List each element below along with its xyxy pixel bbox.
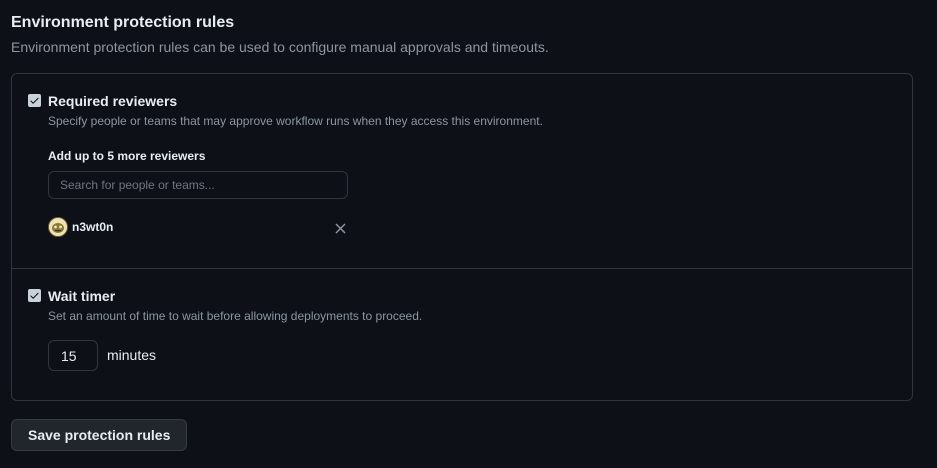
protection-rules-box: Required reviewers Specify people or tea…: [11, 73, 913, 401]
environment-protection-page: Environment protection rules Environment…: [0, 0, 937, 468]
avatar-icon: [48, 217, 68, 237]
wait-timer-minutes-input[interactable]: [48, 340, 98, 371]
check-icon: [30, 97, 39, 104]
required-reviewers-title[interactable]: Required reviewers: [48, 93, 177, 109]
check-icon: [30, 292, 39, 299]
section-description: Environment protection rules can be used…: [11, 39, 549, 55]
add-reviewers-label: Add up to 5 more reviewers: [48, 149, 206, 163]
wait-timer-checkbox[interactable]: [28, 289, 41, 302]
required-reviewers-checkbox[interactable]: [28, 94, 41, 107]
close-icon: [335, 223, 345, 233]
section-title: Environment protection rules: [11, 14, 235, 31]
minutes-label: minutes: [107, 347, 157, 363]
wait-timer-title[interactable]: Wait timer: [48, 288, 115, 304]
reviewer-search-input[interactable]: [48, 171, 348, 199]
reviewer-username[interactable]: n3wt0n: [72, 220, 113, 234]
rules-divider: [12, 268, 912, 269]
reviewer-item: n3wt0n: [48, 217, 113, 237]
remove-reviewer-button[interactable]: [333, 221, 347, 235]
save-protection-rules-button[interactable]: Save protection rules: [11, 419, 188, 451]
wait-timer-description: Set an amount of time to wait before all…: [48, 309, 423, 323]
required-reviewers-description: Specify people or teams that may approve…: [48, 114, 543, 128]
